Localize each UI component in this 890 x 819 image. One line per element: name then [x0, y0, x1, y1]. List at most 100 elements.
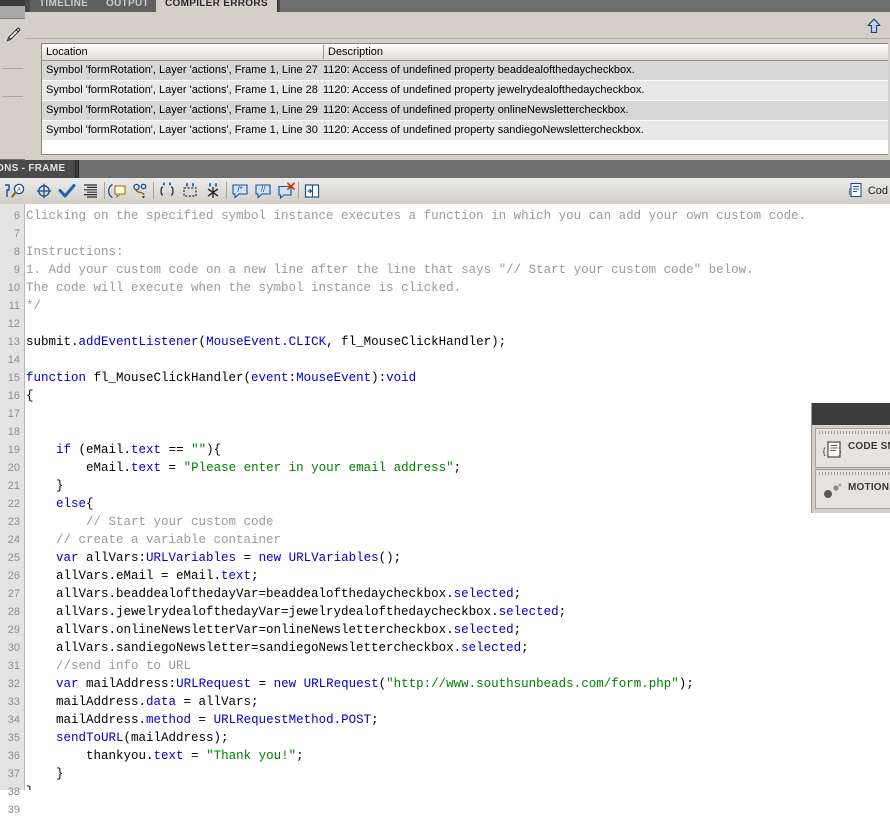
- error-location: Symbol 'formRotation', Layer 'actions', …: [46, 84, 318, 96]
- code-token: ;: [371, 713, 379, 727]
- code-line[interactable]: thankyou.text = "Thank you!";: [26, 747, 304, 765]
- code-line[interactable]: eMail.text = "Please enter in your email…: [26, 459, 461, 477]
- line-number: 30: [7, 642, 20, 654]
- show-code-hint-icon[interactable]: [108, 182, 128, 200]
- column-header-description[interactable]: Description: [323, 45, 890, 59]
- code-editor[interactable]: 6 7 8 9 10 11 12 13 14 15 16 17 18 19 20 21 22 23 24 25 26 27…: [0, 204, 890, 816]
- code-line[interactable]: allVars.jewelrydealofthedayVar=jewelryde…: [26, 603, 566, 621]
- code-token: mailAddress:: [78, 677, 177, 691]
- collapse-between-braces-icon[interactable]: [157, 182, 177, 200]
- code-line[interactable]: allVars.onlineNewsletterVar=onlineNewsle…: [26, 621, 521, 639]
- table-row[interactable]: Symbol 'formRotation', Layer 'actions', …: [42, 101, 888, 121]
- code-line[interactable]: {: [26, 387, 34, 405]
- tab-timeline[interactable]: TIMELINE: [30, 0, 99, 12]
- code-token: 1. Add your custom code on a new line af…: [26, 263, 754, 277]
- check-syntax-icon[interactable]: [57, 182, 77, 200]
- code-line[interactable]: submit.addEventListener(MouseEvent.CLICK…: [26, 333, 506, 351]
- code-token: =: [191, 713, 214, 727]
- code-line[interactable]: function fl_MouseClickHandler(event:Mous…: [26, 369, 416, 387]
- code-token: (eMail.: [71, 443, 132, 457]
- svg-text:{: {: [848, 187, 851, 196]
- table-row[interactable]: Symbol 'formRotation', Layer 'actions', …: [42, 61, 888, 81]
- code-line[interactable]: //send info to URL: [26, 657, 191, 675]
- code-token: "Thank you!": [206, 749, 297, 763]
- panel-motion-presets[interactable]: MOTION: [815, 469, 890, 509]
- pen-tool-icon[interactable]: [4, 26, 22, 44]
- errors-grid-header: Location Description: [42, 44, 888, 61]
- code-line[interactable]: allVars.beaddealofthedayVar=beaddealofth…: [26, 585, 521, 603]
- code-line[interactable]: The code will execute when the symbol in…: [26, 279, 461, 297]
- remove-comment-icon[interactable]: [276, 182, 296, 200]
- code-line[interactable]: [26, 423, 34, 441]
- code-line[interactable]: if (eMail.text == ""){: [26, 441, 221, 459]
- tab-compiler-errors[interactable]: COMPILER ERRORS: [156, 0, 278, 12]
- svg-text:}: }: [839, 446, 842, 456]
- code-line[interactable]: [26, 405, 34, 423]
- code-line[interactable]: [26, 351, 34, 369]
- code-token: }: [26, 479, 64, 493]
- apply-line-comment-icon[interactable]: //: [253, 182, 273, 200]
- code-line[interactable]: allVars.eMail = eMail.text;: [26, 567, 259, 585]
- code-token: */: [26, 299, 42, 313]
- find-target-icon[interactable]: [34, 182, 54, 200]
- code-line[interactable]: var mailAddress:URLRequest = new URLRequ…: [26, 675, 694, 693]
- panel-grip[interactable]: [819, 431, 889, 434]
- code-line[interactable]: Clicking on the specified symbol instanc…: [26, 207, 806, 225]
- scroll-up-arrow-icon[interactable]: [864, 16, 884, 36]
- code-assist-group[interactable]: { Cod: [846, 181, 888, 201]
- code-token: method: [146, 713, 192, 727]
- show-hide-toolbox-icon[interactable]: [302, 182, 322, 200]
- code-line[interactable]: mailAddress.method = URLRequestMethod.PO…: [26, 711, 379, 729]
- code-token: (: [198, 335, 207, 349]
- code-line[interactable]: // Start your custom code: [26, 513, 274, 531]
- code-assist-icon[interactable]: {: [846, 181, 864, 202]
- code-assist-label[interactable]: Cod: [868, 185, 888, 197]
- code-line[interactable]: mailAddress.data = allVars;: [26, 693, 259, 711]
- code-token: =: [161, 461, 184, 475]
- code-line[interactable]: [26, 315, 34, 333]
- code-line[interactable]: [26, 225, 34, 243]
- code-line[interactable]: // create a variable container: [26, 531, 281, 549]
- code-line[interactable]: 1. Add your custom code on a new line af…: [26, 261, 754, 279]
- code-token: allVars.onlineNewsletterVar=onlineNewsle…: [26, 623, 454, 637]
- line-number: 22: [7, 498, 20, 510]
- code-line[interactable]: else{: [26, 495, 94, 513]
- code-line[interactable]: allVars.sandiegoNewsletter=sandiegoNewsl…: [26, 639, 529, 657]
- code-token: selected: [453, 587, 514, 601]
- code-token: ();: [378, 551, 402, 565]
- collapse-selection-icon[interactable]: [180, 182, 200, 200]
- tab-output[interactable]: OUTPUT: [97, 0, 159, 12]
- table-row[interactable]: Symbol 'formRotation', Layer 'actions', …: [42, 121, 888, 141]
- actions-panel: ONS - FRAME A /* // {Cod 6 7 8 9 10 11 …: [0, 160, 890, 816]
- panel-code-snippets[interactable]: { } CODE SN: [815, 428, 890, 468]
- error-location: Symbol 'formRotation', Layer 'actions', …: [46, 124, 318, 136]
- code-line[interactable]: */: [26, 297, 41, 315]
- code-token: {: [86, 497, 94, 511]
- table-row[interactable]: Symbol 'formRotation', Layer 'actions', …: [42, 81, 888, 101]
- apply-block-comment-icon[interactable]: /*: [230, 182, 250, 200]
- code-line[interactable]: }: [26, 783, 34, 790]
- column-header-location[interactable]: Location: [42, 45, 327, 59]
- tab-actions-frame[interactable]: ONS - FRAME: [0, 160, 77, 178]
- code-line[interactable]: var allVars:URLVariables = new URLVariab…: [26, 549, 401, 567]
- panel-grip[interactable]: [819, 472, 889, 475]
- line-number: 18: [7, 426, 20, 438]
- find-icon[interactable]: A: [10, 182, 30, 200]
- auto-format-icon[interactable]: [80, 182, 100, 200]
- code-text-area[interactable]: Clicking on the specified symbol instanc…: [26, 204, 890, 790]
- code-token: else: [56, 497, 87, 511]
- expand-all-icon[interactable]: [203, 182, 223, 200]
- code-line[interactable]: sendToURL(mailAddress);: [26, 729, 229, 747]
- code-line[interactable]: }: [26, 477, 64, 495]
- code-line[interactable]: }: [26, 765, 64, 783]
- line-number: 35: [7, 732, 20, 744]
- code-token: "http://www.southsunbeads.com/form.php": [386, 677, 679, 691]
- code-token: URLRequestMethod.POST: [213, 713, 372, 727]
- tab-bar-filler: [280, 0, 890, 12]
- code-token: The code will execute when the symbol in…: [26, 281, 462, 295]
- debug-options-icon[interactable]: [131, 182, 151, 200]
- code-line[interactable]: Instructions:: [26, 243, 124, 261]
